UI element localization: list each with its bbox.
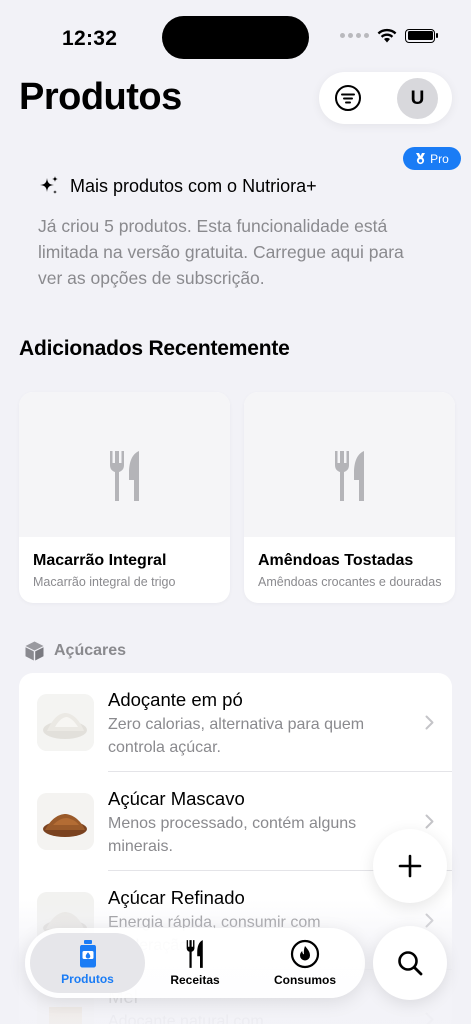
promo-banner[interactable]: Mais produtos com o Nutriora+: [38, 175, 317, 197]
chevron-right-icon: [425, 715, 434, 730]
product-title: Açúcar Refinado: [108, 887, 245, 908]
fork-knife-icon: [186, 940, 203, 968]
search-button[interactable]: [373, 926, 447, 1000]
battery-icon: [405, 28, 438, 43]
card-title: Amêndoas Tostadas: [258, 552, 414, 569]
avatar-button[interactable]: U: [397, 78, 438, 119]
list-item[interactable]: Adoçante em pó Zero calorias, alternativ…: [19, 673, 452, 772]
promo-title: Mais produtos com o Nutriora+: [70, 175, 317, 196]
card-title: Macarrão Integral: [33, 552, 167, 569]
tab-produtos[interactable]: Produtos: [30, 933, 145, 993]
recent-card[interactable]: Amêndoas Tostadas Amêndoas crocantes e d…: [244, 392, 455, 603]
recent-card[interactable]: Macarrão Integral Macarrão integral de t…: [19, 392, 230, 603]
fork-knife-icon: [109, 450, 139, 501]
header-actions: U: [319, 72, 452, 124]
tab-consumos[interactable]: Consumos: [250, 933, 360, 993]
search-icon: [398, 951, 423, 976]
promo-text[interactable]: Já criou 5 produtos. Esta funcionalidade…: [38, 213, 428, 291]
pro-badge[interactable]: Pro: [403, 147, 461, 170]
cube-icon: [25, 641, 44, 661]
chevron-right-icon: [425, 913, 434, 928]
tab-label: Consumos: [273, 973, 336, 987]
page-title: Produtos: [19, 76, 182, 118]
tab-bar: Produtos Receitas Consumos: [25, 928, 365, 998]
medal-icon: [416, 152, 426, 164]
category-label: Açúcares: [54, 642, 127, 659]
filter-button[interactable]: [331, 81, 365, 115]
chevron-right-icon: [425, 814, 434, 829]
product-description: Menos processado, contém alguns minerais…: [108, 815, 357, 855]
product-thumbnail: [37, 694, 94, 751]
add-product-button[interactable]: [373, 829, 447, 903]
product-title: Açúcar Mascavo: [108, 788, 245, 809]
card-image-placeholder: [19, 392, 230, 537]
plus-icon: [398, 854, 422, 878]
chevron-right-icon: [425, 1012, 434, 1024]
bottle-icon: [79, 940, 96, 968]
pro-badge-label: Pro: [430, 151, 449, 166]
signal-icon: [340, 33, 369, 38]
section-title-recent: Adicionados Recentemente: [19, 337, 290, 360]
sparkles-icon: [40, 176, 58, 194]
product-description: Adoçante natural com: [108, 1013, 264, 1024]
product-title: Adoçante em pó: [108, 689, 243, 710]
card-image-placeholder: [244, 392, 455, 537]
flame-icon: [290, 939, 320, 969]
tab-label: Produtos: [61, 972, 114, 986]
dynamic-island: [162, 16, 309, 59]
card-subtitle: Macarrão integral de trigo: [33, 575, 176, 589]
tab-label: Receitas: [170, 973, 220, 987]
filter-icon: [335, 85, 361, 111]
card-subtitle: Amêndoas crocantes e douradas: [258, 575, 442, 589]
wifi-icon: [377, 28, 397, 43]
product-description: Zero calorias, alternativa para quem con…: [108, 716, 365, 756]
status-icons: [340, 28, 438, 43]
product-thumbnail: [37, 793, 94, 850]
status-bar: 12:32: [0, 0, 471, 70]
fork-knife-icon: [334, 450, 364, 501]
category-header: Açúcares: [25, 641, 126, 661]
status-time: 12:32: [62, 27, 118, 50]
tab-receitas[interactable]: Receitas: [145, 933, 245, 993]
